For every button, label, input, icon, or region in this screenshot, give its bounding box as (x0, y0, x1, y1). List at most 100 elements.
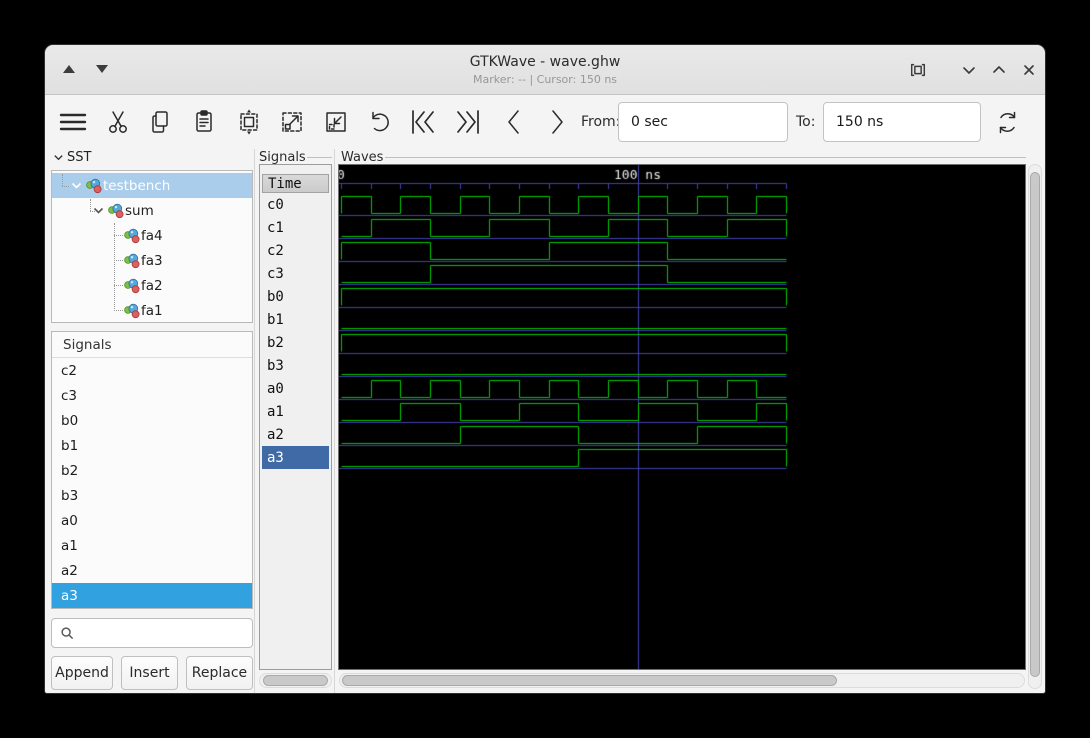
from-value: 0 sec (631, 114, 668, 130)
time-column-header[interactable]: Time (262, 174, 329, 193)
wave-display[interactable] (338, 164, 1026, 670)
search-input[interactable] (51, 618, 253, 648)
search-icon (60, 626, 75, 641)
pane-sash-right[interactable] (334, 149, 335, 693)
sst-expander[interactable]: SST (53, 150, 91, 165)
signal-list-item-c3[interactable]: c3 (52, 383, 252, 408)
expand-icon[interactable] (988, 59, 1010, 81)
tree-guide-line (62, 174, 63, 186)
signals-column: Time c0c1c2c3b0b1b2b3a0a1a2a3 (259, 164, 332, 670)
tree-item-testbench[interactable]: testbench (52, 173, 252, 198)
expander-chevron-icon[interactable] (70, 179, 83, 192)
waves-frame-label: Waves (341, 150, 383, 165)
signal-list-item-b2[interactable]: b2 (52, 458, 252, 483)
tree-guide-line (114, 223, 115, 311)
tree-guide-line (114, 260, 123, 261)
cut-icon[interactable] (98, 100, 138, 144)
signal-list-item-b1[interactable]: b1 (52, 433, 252, 458)
reload-icon[interactable] (987, 100, 1027, 144)
waves-vertical-scrollbar[interactable] (1028, 164, 1042, 689)
to-value: 150 ns (836, 114, 883, 130)
signal-list-panel: Signals c2c3b0b1b2b3a0a1a2a3 (51, 331, 253, 609)
replace-button[interactable]: Replace (186, 656, 253, 690)
to-label: To: (796, 114, 815, 130)
wave-signal-name-b3[interactable]: b3 (262, 354, 329, 377)
signal-list-item-a3[interactable]: a3 (52, 583, 252, 608)
signal-list-item-b3[interactable]: b3 (52, 483, 252, 508)
signal-list-item-c2[interactable]: c2 (52, 358, 252, 383)
tree-guide-line (90, 211, 97, 212)
zoom-in-icon[interactable] (272, 100, 312, 144)
tree-guide-line (114, 310, 123, 311)
signal-list-item-a2[interactable]: a2 (52, 558, 252, 583)
step-right-icon[interactable] (537, 100, 577, 144)
maximize-icon[interactable] (907, 59, 929, 81)
tree-item-label: fa2 (141, 278, 163, 294)
step-left-icon[interactable] (494, 100, 534, 144)
tree-item-fa3[interactable]: fa3 (52, 248, 252, 273)
module-cube-icon (86, 178, 103, 194)
wave-signal-name-c0[interactable]: c0 (262, 193, 329, 216)
wave-signal-name-c1[interactable]: c1 (262, 216, 329, 239)
toolbar: From: 0 sec To: 150 ns (45, 96, 1045, 149)
undo-icon[interactable] (360, 100, 400, 144)
marker-cursor-status: Marker: -- | Cursor: 150 ns (45, 73, 1045, 86)
append-button[interactable]: Append (51, 656, 113, 690)
tree-guide-line (90, 199, 91, 211)
signals-horizontal-scrollbar-thumb[interactable] (263, 675, 328, 686)
wave-signal-name-a3[interactable]: a3 (262, 446, 329, 469)
signals-horizontal-scrollbar[interactable] (259, 673, 332, 688)
copy-icon[interactable] (140, 100, 180, 144)
menu-icon[interactable] (53, 100, 93, 144)
tree-item-fa2[interactable]: fa2 (52, 273, 252, 298)
module-cube-icon (124, 278, 141, 294)
waves-horizontal-scrollbar-thumb[interactable] (342, 675, 837, 686)
from-input[interactable]: 0 sec (618, 102, 788, 142)
waves-horizontal-scrollbar[interactable] (339, 673, 1025, 688)
tree-item-label: sum (125, 203, 154, 219)
tree-guide-line (114, 285, 123, 286)
sst-tree: testbench sum fa4 fa3 fa2 fa1 (51, 170, 253, 323)
wave-signal-name-c3[interactable]: c3 (262, 262, 329, 285)
window-title: GTKWave - wave.ghw (45, 54, 1045, 70)
to-start-icon[interactable] (404, 100, 444, 144)
wave-signal-name-b1[interactable]: b1 (262, 308, 329, 331)
gtkwave-window: GTKWave - wave.ghw Marker: -- | Cursor: … (44, 44, 1046, 694)
zoom-fit-icon[interactable] (229, 100, 269, 144)
wave-signal-name-a1[interactable]: a1 (262, 400, 329, 423)
pane-sash-left[interactable] (254, 149, 255, 693)
wave-signal-name-c2[interactable]: c2 (262, 239, 329, 262)
titlebar[interactable]: GTKWave - wave.ghw Marker: -- | Cursor: … (45, 45, 1045, 95)
insert-button[interactable]: Insert (121, 656, 178, 690)
tree-item-fa1[interactable]: fa1 (52, 298, 252, 323)
signal-list-item-b0[interactable]: b0 (52, 408, 252, 433)
wave-signal-name-a0[interactable]: a0 (262, 377, 329, 400)
tree-item-fa4[interactable]: fa4 (52, 223, 252, 248)
signals-frame-label: Signals (259, 150, 306, 165)
tree-item-label: fa4 (141, 228, 163, 244)
collapse-icon[interactable] (958, 59, 980, 81)
tree-item-label: fa3 (141, 253, 163, 269)
wave-signal-name-b0[interactable]: b0 (262, 285, 329, 308)
module-cube-icon (108, 203, 125, 219)
wave-signal-name-a2[interactable]: a2 (262, 423, 329, 446)
module-cube-icon (124, 228, 141, 244)
signal-list-item-a1[interactable]: a1 (52, 533, 252, 558)
signal-list-item-a0[interactable]: a0 (52, 508, 252, 533)
tree-guide-line (114, 235, 123, 236)
zoom-out-icon[interactable] (316, 100, 356, 144)
paste-icon[interactable] (184, 100, 224, 144)
module-cube-icon (124, 253, 141, 269)
waves-vertical-scrollbar-thumb[interactable] (1030, 172, 1040, 677)
chevron-down-icon (53, 152, 64, 163)
tree-item-label: testbench (103, 178, 170, 194)
close-icon[interactable] (1018, 59, 1040, 81)
wave-signal-name-b2[interactable]: b2 (262, 331, 329, 354)
sst-label: SST (67, 150, 91, 165)
from-label: From: (581, 114, 620, 130)
tree-item-sum[interactable]: sum (52, 198, 252, 223)
to-input[interactable]: 150 ns (823, 102, 981, 142)
waveform-canvas[interactable] (339, 165, 1025, 669)
tree-guide-line (62, 186, 69, 187)
to-end-icon[interactable] (447, 100, 487, 144)
